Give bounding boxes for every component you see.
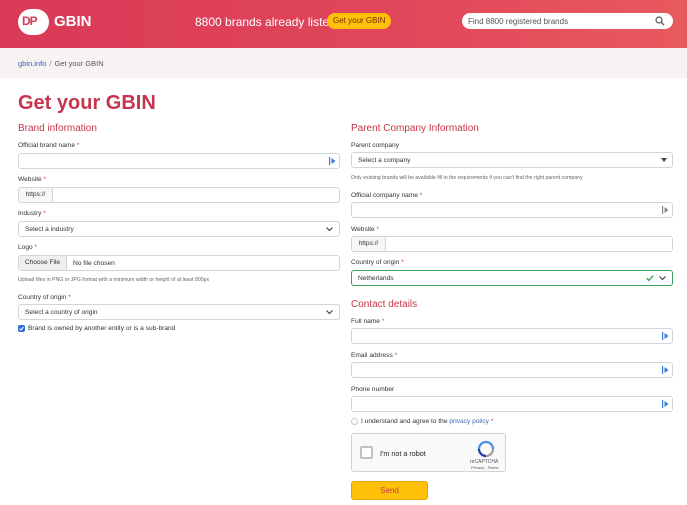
parent-country-select[interactable]: Netherlands xyxy=(351,270,673,286)
official-brand-name-label: Official brand name * xyxy=(18,142,80,149)
caret-down-icon xyxy=(661,158,667,162)
privacy-label[interactable]: I understand and agree to the privacy po… xyxy=(361,418,493,425)
parent-company-label: Parent company xyxy=(351,142,400,149)
logo-mark-text: DP xyxy=(22,14,38,28)
parent-company-select[interactable]: Select a company xyxy=(351,152,673,168)
brand-section-title: Brand information xyxy=(18,123,97,134)
official-company-name-field[interactable] xyxy=(351,202,673,218)
chevron-down-icon xyxy=(659,276,666,281)
site-header: DP GBIN 8800 brands already listed Get y… xyxy=(0,0,687,48)
chevron-down-icon xyxy=(326,227,333,232)
phone-input[interactable] xyxy=(358,397,658,411)
recaptcha-widget: I'm not a robot reCAPTCHA Privacy - Term… xyxy=(351,433,506,472)
brand-country-select-value: Select a country of origin xyxy=(25,309,98,316)
parent-website-input[interactable] xyxy=(392,237,662,251)
search-input[interactable] xyxy=(468,13,648,29)
full-name-label: Full name * xyxy=(351,318,385,325)
autofill-icon xyxy=(662,332,669,340)
full-name-input[interactable] xyxy=(358,329,658,343)
file-name-text: No file chosen xyxy=(73,260,115,267)
recaptcha-terms[interactable]: Privacy - Terms xyxy=(471,465,498,470)
brand-country-select[interactable]: Select a country of origin xyxy=(18,304,340,320)
official-brand-name-input[interactable] xyxy=(25,154,325,168)
industry-select[interactable]: Select a industry xyxy=(18,221,340,237)
page-title: Get your GBIN xyxy=(18,92,156,114)
autofill-icon xyxy=(329,157,336,165)
email-field[interactable] xyxy=(351,362,673,378)
recaptcha-icon xyxy=(477,440,495,458)
parent-company-help-text: Only existing brands will be available f… xyxy=(351,175,583,181)
email-input[interactable] xyxy=(358,363,658,377)
logo-help-text: Upload files in PNG or JPG format with a… xyxy=(18,277,210,283)
recaptcha-label: I'm not a robot xyxy=(380,449,426,458)
brand-website-label: Website * xyxy=(18,176,47,183)
checkmark-icon xyxy=(19,326,24,331)
email-label: Email address * xyxy=(351,352,398,359)
parent-section-title: Parent Company Information xyxy=(351,123,479,134)
privacy-policy-link[interactable]: privacy policy xyxy=(449,418,489,425)
brands-count-text: 8800 brands already listed xyxy=(195,15,336,29)
logo-icon[interactable]: DP xyxy=(18,9,49,35)
official-company-name-label: Official company name * xyxy=(351,192,423,199)
sub-brand-checkbox[interactable] xyxy=(18,325,25,332)
parent-country-select-value: Netherlands xyxy=(358,275,394,282)
autofill-icon xyxy=(662,206,669,214)
breadcrumb-home-link[interactable]: gbin.info xyxy=(18,59,46,68)
autofill-icon xyxy=(662,366,669,374)
search-box[interactable] xyxy=(462,13,673,29)
brand-country-label: Country of origin * xyxy=(18,294,71,301)
valid-check-icon xyxy=(646,275,654,282)
parent-company-select-value: Select a company xyxy=(358,157,411,164)
breadcrumb-current: Get your GBIN xyxy=(54,59,104,68)
sub-brand-label[interactable]: Brand is owned by another entity or is a… xyxy=(28,325,175,332)
get-gbin-button[interactable]: Get your GBIN xyxy=(327,13,392,29)
logo-text[interactable]: GBIN xyxy=(54,13,92,30)
full-name-field[interactable] xyxy=(351,328,673,344)
choose-file-button[interactable]: Choose File xyxy=(19,256,67,270)
recaptcha-checkbox[interactable] xyxy=(360,446,373,459)
contact-section-title: Contact details xyxy=(351,299,418,310)
industry-select-value: Select a industry xyxy=(25,226,74,233)
phone-field[interactable] xyxy=(351,396,673,412)
breadcrumb: gbin.info / Get your GBIN xyxy=(0,48,687,78)
official-brand-name-field[interactable] xyxy=(18,153,340,169)
parent-website-label: Website * xyxy=(351,226,380,233)
chevron-down-icon xyxy=(326,310,333,315)
parent-website-field[interactable]: https:// xyxy=(351,236,673,252)
parent-country-label: Country of origin * xyxy=(351,259,404,266)
parent-website-prefix: https:// xyxy=(352,237,386,251)
brand-website-input[interactable] xyxy=(59,188,329,202)
autofill-icon xyxy=(662,400,669,408)
search-icon[interactable] xyxy=(655,16,665,26)
industry-label: Industry * xyxy=(18,210,46,217)
official-company-name-input[interactable] xyxy=(358,203,658,217)
logo-file-field[interactable]: Choose File No file chosen xyxy=(18,255,340,271)
breadcrumb-separator: / xyxy=(49,59,52,68)
send-button[interactable]: Send xyxy=(351,481,428,500)
brand-website-field[interactable]: https:// xyxy=(18,187,340,203)
logo-label: Logo * xyxy=(18,244,38,251)
privacy-checkbox[interactable] xyxy=(351,418,358,425)
brand-website-prefix: https:// xyxy=(19,188,53,202)
phone-label: Phone number xyxy=(351,386,395,393)
